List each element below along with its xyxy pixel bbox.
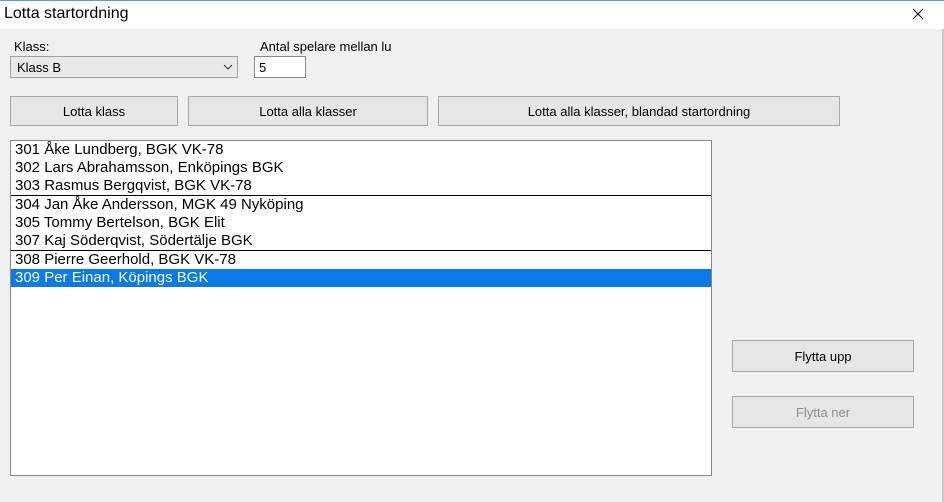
close-button[interactable]: [898, 3, 938, 27]
klass-select-value: Klass B: [17, 60, 61, 75]
klass-label: Klass:: [10, 39, 260, 54]
flytta-ner-button[interactable]: Flytta ner: [732, 396, 914, 428]
startorder-listbox[interactable]: 301 Åke Lundberg, BGK VK-78302 Lars Abra…: [10, 140, 712, 476]
lotta-alla-blandad-button[interactable]: Lotta alla klasser, blandad startordning: [438, 96, 840, 126]
list-item[interactable]: 307 Kaj Söderqvist, Södertälje BGK: [11, 232, 711, 250]
list-item[interactable]: 309 Per Einan, Köpings BGK: [11, 269, 711, 287]
main-area: 301 Åke Lundberg, BGK VK-78302 Lars Abra…: [10, 140, 934, 476]
lotta-klass-button[interactable]: Lotta klass: [10, 96, 178, 126]
buttons-row: Lotta klass Lotta alla klasser Lotta all…: [10, 96, 934, 126]
antal-input[interactable]: [254, 56, 306, 78]
inputs-row: Klass B: [10, 56, 934, 78]
window-title: Lotta startordning: [4, 3, 129, 23]
flytta-upp-button[interactable]: Flytta upp: [732, 340, 914, 372]
dialog-body: Klass: Antal spelare mellan lu Klass B L…: [0, 29, 944, 476]
list-item[interactable]: 305 Tommy Bertelson, BGK Elit: [11, 214, 711, 232]
list-group: 301 Åke Lundberg, BGK VK-78302 Lars Abra…: [11, 141, 711, 196]
side-buttons: Flytta upp Flytta ner: [732, 140, 914, 476]
close-icon: [912, 8, 924, 23]
antal-label: Antal spelare mellan lu: [260, 39, 400, 54]
list-group: 304 Jan Åke Andersson, MGK 49 Nyköping30…: [11, 196, 711, 251]
dialog-window: Lotta startordning Klass: Antal spelare …: [0, 0, 944, 502]
list-item[interactable]: 304 Jan Åke Andersson, MGK 49 Nyköping: [11, 196, 711, 214]
list-item[interactable]: 308 Pierre Geerhold, BGK VK-78: [11, 251, 711, 269]
labels-row: Klass: Antal spelare mellan lu: [10, 39, 934, 54]
titlebar: Lotta startordning: [0, 1, 944, 29]
lotta-alla-klasser-button[interactable]: Lotta alla klasser: [188, 96, 428, 126]
list-item[interactable]: 303 Rasmus Bergqvist, BGK VK-78: [11, 177, 711, 195]
list-group: 308 Pierre Geerhold, BGK VK-78309 Per Ei…: [11, 251, 711, 287]
chevron-down-icon: [223, 64, 233, 70]
klass-select[interactable]: Klass B: [10, 56, 238, 78]
list-item[interactable]: 301 Åke Lundberg, BGK VK-78: [11, 141, 711, 159]
list-item[interactable]: 302 Lars Abrahamsson, Enköpings BGK: [11, 159, 711, 177]
